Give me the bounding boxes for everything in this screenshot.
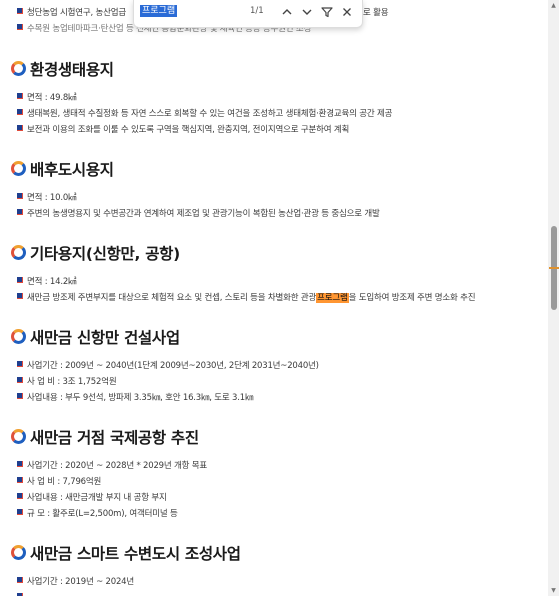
- bullet-icon: [17, 8, 23, 14]
- bullet-icon: [17, 477, 23, 483]
- bullet-icon: [17, 493, 23, 499]
- list-item: 새만금 방조제 주변부지를 대상으로 체험적 요소 및 컨셉, 스토리 등을 차…: [17, 292, 476, 304]
- section-heading: 새만금 스마트 수변도시 조성사업: [11, 544, 241, 564]
- section-heading: 배후도시용지: [11, 160, 114, 180]
- list-item-cutoff: [17, 592, 27, 596]
- ring-bullet-icon: [11, 545, 26, 560]
- search-match-highlight: 프로그램: [316, 293, 349, 303]
- list-item: 사업기간 : 2019년 ~ 2024년: [17, 576, 134, 588]
- bullet-icon: [17, 125, 23, 131]
- ring-bullet-icon: [11, 245, 26, 260]
- bullet-icon: [17, 109, 23, 115]
- section-heading: 새만금 거점 국제공항 추진: [11, 428, 199, 448]
- bullet-icon: [17, 277, 23, 283]
- bullet-icon: [17, 461, 23, 467]
- bullet-icon: [17, 377, 23, 383]
- section-heading: 기타용지(신항만, 공항): [11, 244, 180, 264]
- list-item-tail: 로 활용: [363, 8, 389, 18]
- bullet-icon: [17, 393, 23, 399]
- find-bar: 프로그램 1/1: [133, 0, 363, 28]
- list-item: 사 업 비 : 3조 1,752억원: [17, 376, 117, 388]
- bullet-icon: [17, 193, 23, 199]
- list-item: 사업내용 : 새만금개발 부지 내 공항 부지: [17, 492, 167, 504]
- list-item: 주변의 농생명용지 및 수변공간과 연계하여 제조업 및 관광기능이 복합된 농…: [17, 208, 380, 220]
- find-input[interactable]: 프로그램: [140, 5, 178, 17]
- list-item: 생태복원, 생태적 수질정화 등 자연 스스로 회복할 수 있는 여건을 조성하…: [17, 108, 392, 120]
- page-content: 청단농업 시험연구, 농산업급 로 활용 수목원 농업테마파크·탄산업 등 전체…: [0, 0, 548, 596]
- list-item: 청단농업 시험연구, 농산업급: [17, 7, 126, 19]
- bullet-icon: [17, 577, 23, 583]
- list-item: 보전과 이용의 조화를 이룰 수 있도록 구역을 핵심지역, 완충지역, 전이지…: [17, 124, 349, 136]
- ring-bullet-icon: [11, 329, 26, 344]
- list-item: 면적 : 10.0㎢: [17, 192, 77, 204]
- ring-bullet-icon: [11, 61, 26, 76]
- chevron-down-icon[interactable]: [299, 4, 315, 20]
- chevron-up-icon[interactable]: [279, 4, 295, 20]
- bullet-icon: [17, 24, 23, 30]
- ring-bullet-icon: [11, 429, 26, 444]
- bullet-icon: [17, 93, 23, 99]
- section-heading: 새만금 신항만 건설사업: [11, 328, 180, 348]
- list-item: 면적 : 49.8㎢: [17, 92, 77, 104]
- scroll-down-icon[interactable]: ▼: [549, 586, 558, 595]
- list-item: 면적 : 14.2㎢: [17, 276, 77, 288]
- scroll-up-icon[interactable]: ▲: [549, 1, 558, 10]
- list-item: 사업기간 : 2020년 ~ 2028년 * 2029년 개항 목표: [17, 460, 207, 472]
- bullet-icon: [17, 209, 23, 215]
- close-icon[interactable]: [339, 4, 355, 20]
- section-heading: 환경생태용지: [11, 60, 114, 80]
- ring-bullet-icon: [11, 161, 26, 176]
- find-match-count: 1/1: [250, 6, 264, 16]
- bullet-icon: [17, 509, 23, 515]
- list-item: 사 업 비 : 7,796억원: [17, 476, 101, 488]
- bullet-icon: [17, 361, 23, 367]
- scrollbar-match-marker: [549, 267, 559, 269]
- filter-icon[interactable]: [319, 4, 335, 20]
- list-item: 사업기간 : 2009년 ~ 2040년(1단계 2009년~2030년, 2단…: [17, 360, 319, 372]
- bullet-icon: [17, 293, 23, 299]
- list-item: 규 모 : 활주로(L=2,500m), 여객터미널 등: [17, 508, 178, 520]
- list-item: 사업내용 : 부두 9선석, 방파제 3.35㎞, 호안 16.3㎞, 도로 3…: [17, 392, 253, 404]
